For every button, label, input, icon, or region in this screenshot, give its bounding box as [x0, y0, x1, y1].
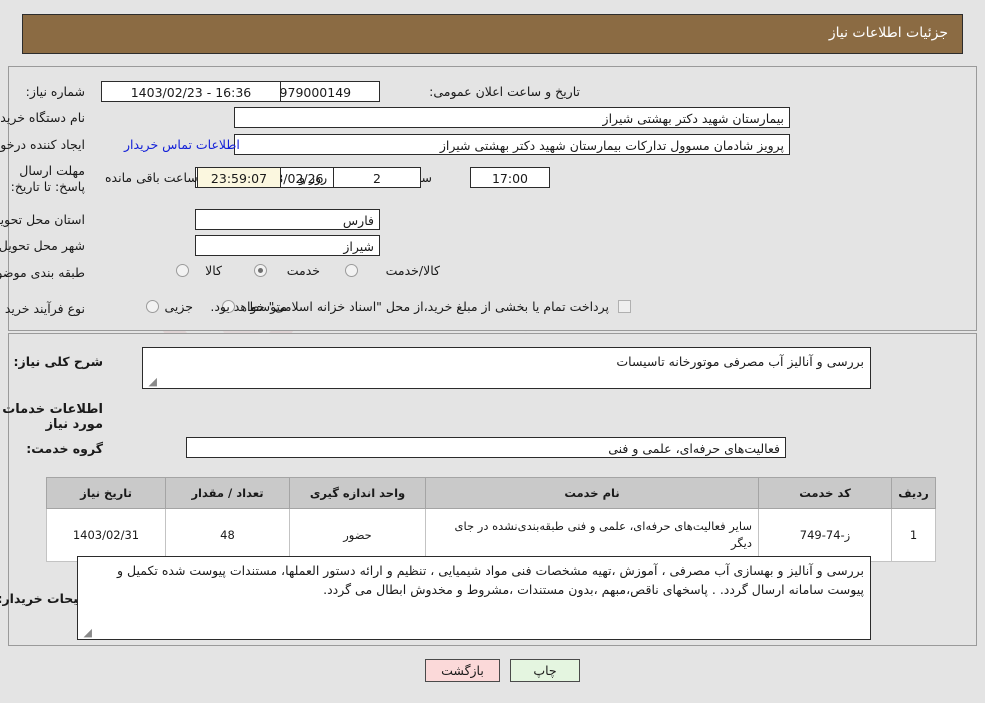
buyer-notes-textarea[interactable]: بررسی و آنالیز و بهسازی آب مصرفی ، آموزش… — [77, 556, 871, 640]
radio-category-khedmat-label: خدمت — [286, 263, 320, 278]
resize-grip-icon[interactable]: ◢ — [80, 627, 92, 639]
service-group-label: گروه خدمت: — [26, 441, 103, 456]
cell-unit: حضور — [289, 508, 426, 562]
services-table: ردیف کد خدمت نام خدمت واحد اندازه گیری ت… — [46, 477, 936, 562]
category-label: طبقه بندی موضوعی: — [0, 265, 85, 280]
province-value: فارس — [195, 209, 380, 230]
col-row: ردیف — [891, 477, 936, 509]
announce-datetime-label: تاریخ و ساعت اعلان عمومی: — [429, 84, 580, 99]
print-button[interactable]: چاپ — [510, 659, 580, 682]
cell-need-date: 1403/02/31 — [46, 508, 166, 562]
request-creator-value: پرویز شادمان مسوول تدارکات بیمارستان شهی… — [234, 134, 790, 155]
radio-category-kala-khedmat[interactable] — [345, 264, 358, 277]
buyer-notes-value: بررسی و آنالیز و بهسازی آب مصرفی ، آموزش… — [117, 563, 864, 597]
city-label: شهر محل تحویل: — [0, 238, 85, 253]
page-root: AriaTender.net AriaTender.net جزئیات اطل… — [0, 0, 985, 703]
need-summary-value: بررسی و آنالیز آب مصرفی موتورخانه تاسیسا… — [616, 354, 864, 369]
back-button[interactable]: بازگشت — [425, 659, 500, 682]
deadline-days-suffix: روز و — [299, 170, 328, 185]
buyer-org-value: بیمارستان شهید دکتر بهشتی شیراز — [234, 107, 790, 128]
need-info-panel — [8, 66, 977, 331]
radio-category-kala[interactable] — [176, 264, 189, 277]
checkbox-islamic-treasury[interactable] — [618, 300, 631, 313]
countdown-suffix: ساعت باقی مانده — [105, 170, 198, 185]
announce-datetime-value: 16:36 - 1403/02/23 — [101, 81, 281, 102]
deadline-hour-value: 17:00 — [470, 167, 550, 188]
resize-grip-icon[interactable]: ◢ — [145, 376, 157, 388]
checkbox-islamic-treasury-label: پرداخت تمام یا بخشی از مبلغ خرید،از محل … — [210, 299, 609, 314]
request-creator-label: ایجاد کننده درخواست: — [0, 137, 85, 152]
need-summary-label: شرح کلی نیاز: — [13, 354, 103, 369]
col-name: نام خدمت — [425, 477, 759, 509]
col-code: کد خدمت — [758, 477, 892, 509]
col-unit: واحد اندازه گیری — [289, 477, 426, 509]
province-label: استان محل تحویل: — [0, 212, 85, 227]
deadline-label: مهلت ارسال پاسخ: تا تاریخ: — [10, 163, 85, 194]
need-number-label: شماره نیاز: — [25, 84, 85, 99]
radio-category-kala-khedmat-label: کالا/خدمت — [385, 263, 440, 278]
process-label: نوع فرآیند خرید : — [0, 301, 85, 316]
countdown-value: 23:59:07 — [197, 167, 281, 188]
city-value: شیراز — [195, 235, 380, 256]
page-header: جزئیات اطلاعات نیاز — [22, 14, 963, 54]
col-quantity: تعداد / مقدار — [165, 477, 290, 509]
need-summary-textarea[interactable]: بررسی و آنالیز آب مصرفی موتورخانه تاسیسا… — [142, 347, 871, 389]
cell-quantity: 48 — [165, 508, 290, 562]
cell-row: 1 — [891, 508, 936, 562]
table-header-row: ردیف کد خدمت نام خدمت واحد اندازه گیری ت… — [46, 477, 936, 509]
cell-code: ز-74-749 — [758, 508, 892, 562]
buyer-org-label: نام دستگاه خریدار: — [0, 110, 85, 125]
radio-process-jozii[interactable] — [146, 300, 159, 313]
radio-category-khedmat[interactable] — [254, 264, 267, 277]
col-need-date: تاریخ نیاز — [46, 477, 166, 509]
cell-name: سایر فعالیت‌های حرفه‌ای، علمی و فنی طبقه… — [425, 508, 759, 562]
radio-category-kala-label: کالا — [205, 263, 222, 278]
page-title: جزئیات اطلاعات نیاز — [828, 25, 948, 41]
radio-process-jozii-label: جزیی — [164, 299, 193, 314]
services-section-heading: اطلاعات خدمات مورد نیاز — [2, 402, 103, 432]
service-group-value: فعالیت‌های حرفه‌ای، علمی و فنی — [186, 437, 786, 458]
deadline-days-value: 2 — [333, 167, 421, 188]
table-row: 1 ز-74-749 سایر فعالیت‌های حرفه‌ای، علمی… — [46, 508, 936, 562]
buyer-contact-link[interactable]: اطلاعات تماس خریدار — [124, 137, 240, 152]
